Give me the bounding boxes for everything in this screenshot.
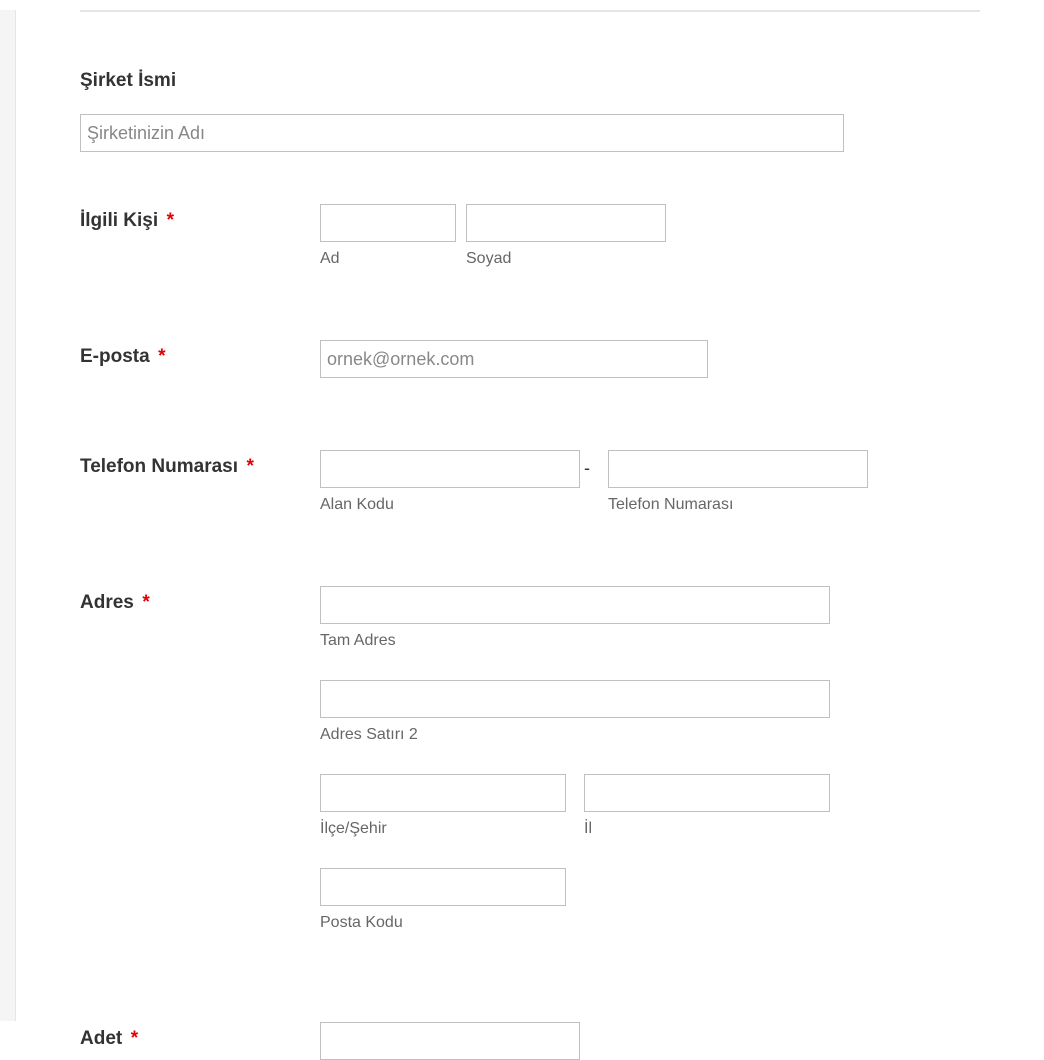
address-section: Adres * Tam Adres Adres Satırı 2 İlçe/Şe… [80, 586, 980, 932]
company-name-label: Şirket İsmi [80, 70, 980, 92]
first-name-sublabel: Ad [320, 250, 456, 268]
last-name-input[interactable] [466, 204, 666, 242]
address-full-sublabel: Tam Adres [320, 632, 980, 650]
address-state-sublabel: İl [584, 820, 830, 838]
required-marker: * [158, 346, 165, 367]
required-marker: * [246, 456, 253, 477]
address-postal-input[interactable] [320, 868, 566, 906]
quantity-input[interactable] [320, 1022, 580, 1060]
address-postal-sublabel: Posta Kodu [320, 914, 980, 932]
company-name-input[interactable] [80, 114, 844, 152]
email-section: E-posta * [80, 340, 980, 378]
email-label: E-posta [80, 346, 150, 367]
contact-person-section: İlgili Kişi * Ad Soyad [80, 204, 980, 268]
first-name-input[interactable] [320, 204, 456, 242]
quantity-label: Adet [80, 1028, 122, 1049]
phone-area-input[interactable] [320, 450, 580, 488]
address-label: Adres [80, 592, 134, 613]
required-marker: * [131, 1028, 138, 1049]
phone-separator: - [580, 450, 594, 479]
last-name-sublabel: Soyad [466, 250, 666, 268]
phone-number-sublabel: Telefon Numarası [608, 496, 868, 514]
address-line2-input[interactable] [320, 680, 830, 718]
required-marker: * [142, 592, 149, 613]
page-left-edge [0, 10, 16, 1021]
section-divider [80, 10, 980, 12]
address-full-input[interactable] [320, 586, 830, 624]
phone-label: Telefon Numarası [80, 456, 238, 477]
phone-section: Telefon Numarası * Alan Kodu - Telefon N… [80, 450, 980, 514]
company-name-section: Şirket İsmi [80, 70, 980, 152]
address-city-input[interactable] [320, 774, 566, 812]
contact-person-label: İlgili Kişi [80, 210, 158, 231]
address-state-input[interactable] [584, 774, 830, 812]
phone-number-input[interactable] [608, 450, 868, 488]
address-city-sublabel: İlçe/Şehir [320, 820, 566, 838]
required-marker: * [167, 210, 174, 231]
address-line2-sublabel: Adres Satırı 2 [320, 726, 980, 744]
quantity-section: Adet * [80, 1022, 980, 1060]
phone-area-sublabel: Alan Kodu [320, 496, 580, 514]
email-input[interactable] [320, 340, 708, 378]
